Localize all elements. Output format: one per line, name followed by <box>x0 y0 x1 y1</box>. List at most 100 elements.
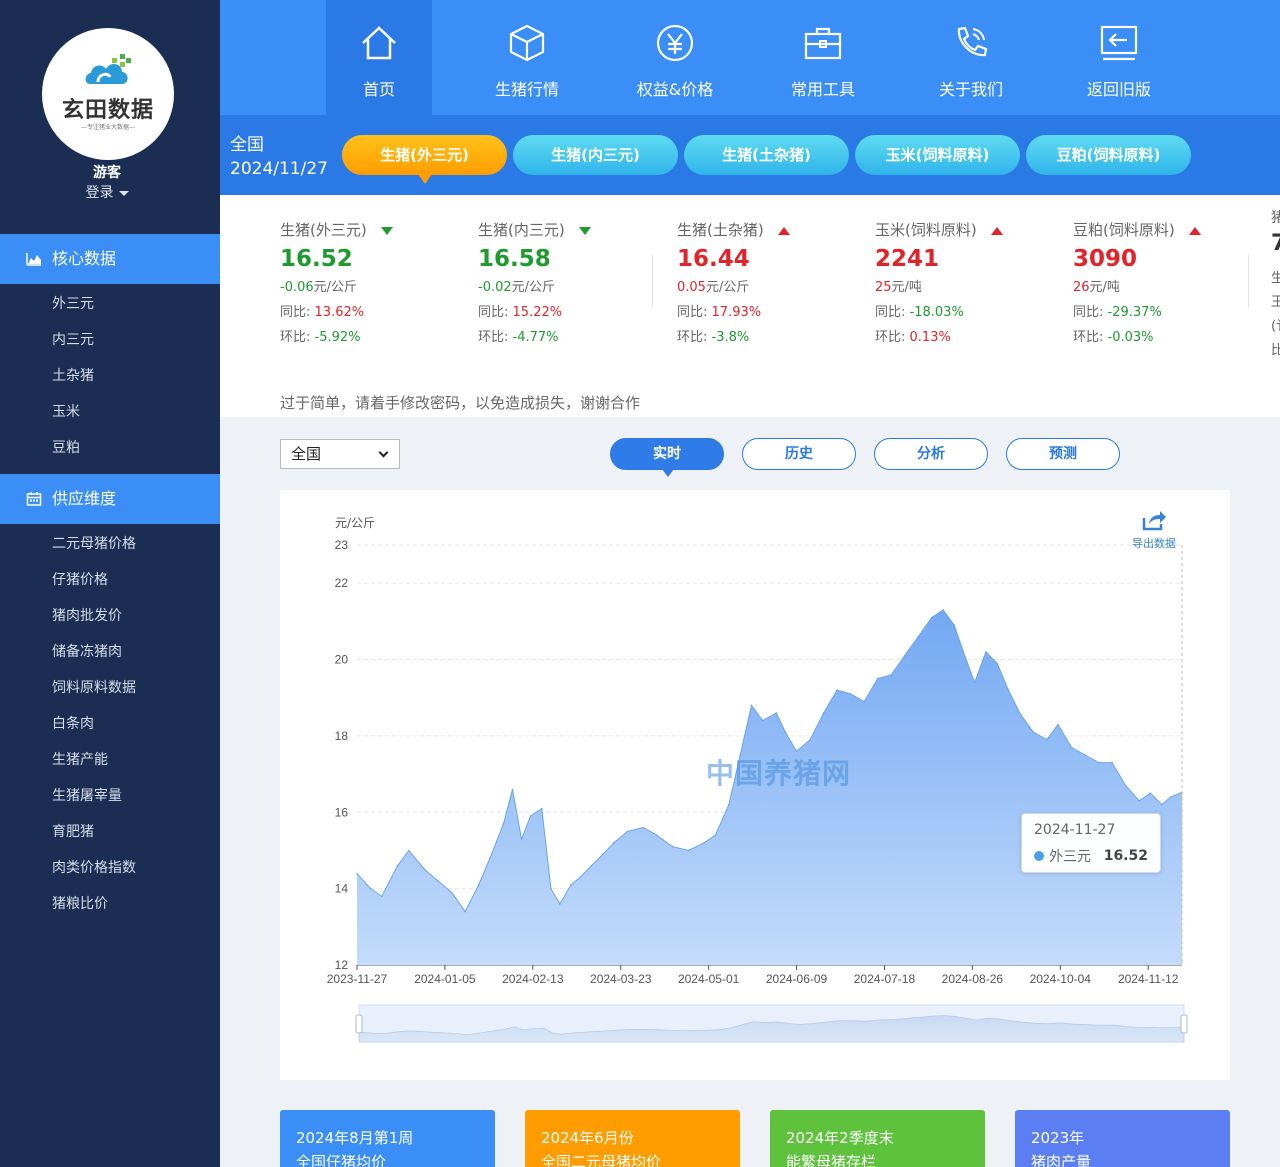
nav-home[interactable]: 首页 <box>326 0 432 115</box>
price-card[interactable]: 生猪(内三元) 16.58 -0.02元/公斤 同比: 15.22% 环比: -4.77… <box>478 219 591 345</box>
region-select[interactable]: 全国 <box>280 439 400 469</box>
stat-card-breeding[interactable]: 2024年2季度末 能繁母猪存栏 <box>770 1110 985 1167</box>
nav-tools[interactable]: 常用工具 <box>770 0 876 115</box>
pill-outer-three[interactable]: 生猪(外三元) <box>342 135 507 184</box>
login-dropdown[interactable]: 登录 <box>0 182 214 202</box>
sidebar-item[interactable]: 玉米 <box>52 401 80 421</box>
data-point <box>1046 738 1048 741</box>
sidebar-item[interactable]: 豆粕 <box>52 437 80 457</box>
data-point <box>863 700 865 703</box>
mom-label: 环比: <box>280 330 311 345</box>
data-point <box>1032 731 1034 733</box>
price-card[interactable]: 玉米(饲料原料) 2241 25元/吨 同比: -18.03% 环比: 0.13% <box>875 219 1003 345</box>
nav-rights-price[interactable]: 权益&价格 <box>622 0 728 115</box>
stat-card-subtitle: 全国仔猪均价 <box>296 1153 387 1167</box>
data-point <box>1124 784 1127 787</box>
price-card-change: -0.06 <box>280 280 314 295</box>
stat-card-subtitle: 全国二元母猪均价 <box>541 1153 662 1167</box>
stat-card-title: 2024年8月第1周 <box>296 1129 414 1147</box>
zoom-handle[interactable] <box>355 1014 363 1034</box>
price-summary: 生猪(外三元) 16.52 -0.06元/公斤 同比: 13.62% 环比: -5.92… <box>220 195 1280 417</box>
price-card[interactable]: 生猪(土杂猪) 16.44 0.05元/公斤 同比: 17.93% 环比: -3.8% <box>677 219 790 345</box>
export-data-button[interactable]: 导出数据 <box>1128 508 1180 551</box>
data-point <box>626 830 629 833</box>
sidebar-item[interactable]: 白条肉 <box>52 713 94 733</box>
data-point <box>356 872 358 875</box>
data-point <box>489 857 491 859</box>
price-chart-panel: 12 14 16 18 20 22 23 元/公斤 2023-11-27 2024-01-05 20… <box>280 490 1230 1080</box>
sidebar-item[interactable]: 内三元 <box>52 329 94 349</box>
pill-corn[interactable]: 玉米(饲料原料) <box>855 135 1020 175</box>
price-card[interactable]: 豆粕(饲料原料) 3090 26元/吨 同比: -29.37% 环比: -0.03% <box>1073 219 1201 345</box>
sidebar-item[interactable]: 土杂猪 <box>52 365 94 385</box>
data-point <box>408 849 410 852</box>
sidebar-item[interactable]: 仔猪价格 <box>52 569 108 589</box>
y-tick-label: 22 <box>335 576 349 590</box>
tab-analysis[interactable]: 分析 <box>874 438 988 470</box>
sidebar-item[interactable]: 育肥猪 <box>52 821 94 841</box>
sidebar-item[interactable]: 肉类价格指数 <box>52 857 136 877</box>
data-point <box>836 689 838 691</box>
x-tick-label: 2024-03-23 <box>590 972 652 986</box>
data-point <box>822 712 825 714</box>
yoy-label: 同比: <box>280 305 311 320</box>
data-point <box>590 864 593 867</box>
mom-value: -4.77% <box>512 330 559 345</box>
data-point <box>601 853 604 856</box>
phone-icon <box>957 26 988 57</box>
nav-label: 权益&价格 <box>636 80 714 99</box>
nav-old-version[interactable]: 返回旧版 <box>1066 0 1172 115</box>
nav-about[interactable]: 关于我们 <box>918 0 1024 115</box>
tab-history[interactable]: 历史 <box>742 438 856 470</box>
triangle-up-icon <box>777 226 790 235</box>
x-tick-label: 2024-07-18 <box>854 972 916 986</box>
data-point <box>1007 689 1010 691</box>
sidebar-item[interactable]: 二元母猪价格 <box>52 533 136 553</box>
data-point <box>953 624 956 626</box>
data-point <box>1018 712 1021 714</box>
stat-card-subtitle: 猪肉产量 <box>1031 1153 1092 1167</box>
sidebar-item[interactable]: 储备冻猪肉 <box>52 641 122 661</box>
sidebar-item[interactable]: 生猪产能 <box>52 749 108 769</box>
stat-card-title: 2023年 <box>1031 1129 1085 1147</box>
data-point <box>750 704 753 707</box>
tab-realtime[interactable]: 实时 <box>610 438 724 477</box>
category-bar: 全国 2024/11/27 生猪(外三元) 生猪(内三元) 生猪(土杂猪) 玉米… <box>220 115 1280 195</box>
data-point <box>511 788 514 791</box>
triangle-up-icon <box>1188 226 1201 235</box>
price-card-change: 26 <box>1073 280 1090 295</box>
y-tick-label: 14 <box>335 882 349 896</box>
sidebar-item[interactable]: 猪粮比价 <box>52 893 108 913</box>
data-point <box>703 842 705 844</box>
zoom-handle[interactable] <box>1180 1014 1188 1034</box>
nav-pig-market[interactable]: 生猪行情 <box>474 0 580 115</box>
sidebar-item[interactable]: 猪肉批发价 <box>52 605 122 625</box>
data-point <box>396 864 399 867</box>
pill-local-pig[interactable]: 生猪(土杂猪) <box>684 135 849 175</box>
stat-card-pork-output[interactable]: 2023年 猪肉产量 <box>1015 1110 1230 1167</box>
sidebar-item[interactable]: 生猪屠宰量 <box>52 785 122 805</box>
sidebar-item[interactable]: 饲料原料数据 <box>52 677 136 697</box>
data-point <box>917 635 920 638</box>
stat-card-sow[interactable]: 2024年6月份 全国二元母猪均价 <box>525 1110 740 1167</box>
pill-inner-three[interactable]: 生猪(内三元) <box>513 135 678 175</box>
data-point <box>890 674 892 676</box>
data-point <box>423 868 426 871</box>
sidebar-item[interactable]: 外三元 <box>52 293 94 313</box>
data-point <box>613 842 615 844</box>
price-card[interactable]: 生猪(外三元) 16.52 -0.06元/公斤 同比: 13.62% 环比: -5.92… <box>280 219 393 345</box>
price-card-value: 16.52 <box>280 246 353 272</box>
data-point <box>996 662 998 665</box>
tooltip-value: 16.52 <box>1103 848 1148 864</box>
data-point <box>714 834 717 836</box>
yoy-label: 同比: <box>677 305 708 320</box>
stat-card-piglet[interactable]: 2024年8月第1周 全国仔猪均价 <box>280 1110 495 1167</box>
data-point <box>529 815 532 817</box>
data-point <box>642 826 645 829</box>
sidebar-section-core-data[interactable]: 核心数据 <box>0 234 220 284</box>
data-point <box>1070 746 1073 749</box>
tab-forecast[interactable]: 预测 <box>1006 438 1120 470</box>
logo[interactable]: 玄田数据 —专注猪业大数据— <box>42 28 174 160</box>
sidebar-section-supply[interactable]: 供应维度 <box>0 474 220 524</box>
pill-soybean-meal[interactable]: 豆粕(饲料原料) <box>1026 135 1191 175</box>
